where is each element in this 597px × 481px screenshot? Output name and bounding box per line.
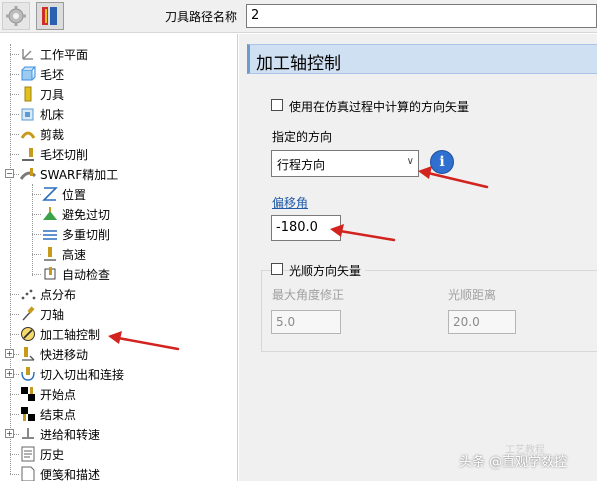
collapse-icon[interactable]: − [5,169,14,178]
tree-item-label: 剪裁 [40,127,65,142]
workplane-icon [20,46,36,62]
start-point-icon [20,386,36,402]
smooth-direction-checkbox[interactable] [271,263,283,275]
point-distribution-icon [20,286,36,302]
use-direction-label: 使用在仿真过程中计算的方向矢量 [289,100,470,114]
high-speed-icon [42,246,58,262]
tree-item-label: 开始点 [40,387,77,402]
toolpath-button[interactable] [36,2,64,30]
tree-item-label: SWARF精加工 [40,167,119,182]
toolpath-icon [42,7,57,25]
tree-item-tool[interactable]: 刀具 [0,84,237,104]
stock-icon [20,66,36,82]
tool-icon [20,86,36,102]
tree-item-label: 位置 [62,187,87,202]
tree-item-rapid-move[interactable]: 快进移动 [0,344,237,364]
tree-item-stock[interactable]: 毛坯 [0,64,237,84]
tree-item-stock-cut[interactable]: 毛坯切削 [0,144,237,164]
gear-icon [6,6,26,26]
tree-item-notes[interactable]: 便笺和描述 [0,464,237,481]
tree-item-label: 点分布 [40,287,77,302]
multiple-cuts-icon [42,226,58,242]
tree-item-swarf-finishing[interactable]: SWARF精加工 [0,164,237,184]
toolpath-name-label: 刀具路径名称 [165,10,238,24]
tree-item-tool-axis[interactable]: 刀轴 [0,304,237,324]
tree-item-label: 毛坯 [40,67,65,82]
history-icon [20,446,36,462]
info-icon[interactable]: i [430,150,454,174]
tree-item-label: 历史 [40,447,65,462]
tree-item-label: 进给和转速 [40,427,101,442]
tree-item-label: 便笺和描述 [40,467,101,481]
tree-item-label: 刀轴 [40,307,65,322]
feeds-speeds-icon [20,426,36,442]
tree-item-label: 避免过切 [62,207,111,222]
tree-item-label: 多重切削 [62,227,111,242]
tree-item-point-distribution[interactable]: 点分布 [0,284,237,304]
tree-item-label: 机床 [40,107,65,122]
tree-item-auto-verify[interactable]: 自动检查 [0,264,237,284]
tree-item-label: 加工轴控制 [40,327,101,342]
tool-axis-icon [20,306,36,322]
tree-item-avoid-gouge[interactable]: 避免过切 [0,204,237,224]
smooth-distance-label: 光顺距离 [448,288,497,302]
stock-cut-icon [20,146,36,162]
tree-item-label: 结束点 [40,407,77,422]
machine-axis-control-panel: 加工轴控制 使用在仿真过程中计算的方向矢量 指定的方向 行程方向 ∨ i 偏移角… [239,34,597,481]
tree-item-label: 自动检查 [62,267,111,282]
tree-item-leads-links[interactable]: 切入切出和连接 [0,364,237,384]
tree-item-position[interactable]: 位置 [0,184,237,204]
tree-item-multiple-cuts[interactable]: 多重切削 [0,224,237,244]
toolpath-strategy-tree: 工作平面毛坯刀具机床剪裁毛坯切削 SWARF精加工 − 位置避免过切多重切削高速自动检… [0,34,238,481]
max-angle-label: 最大角度修正 [272,288,345,302]
trim-icon [20,126,36,142]
tree-item-trim[interactable]: 剪裁 [0,124,237,144]
watermark: 头条 @直观学数控 [459,455,568,470]
tree-item-end-point[interactable]: 结束点 [0,404,237,424]
tree-item-label: 毛坯切削 [40,147,89,162]
auto-verify-icon [42,266,58,282]
rapid-move-icon [20,346,36,362]
offset-angle-input[interactable]: -180.0 [271,215,341,241]
tree-item-high-speed[interactable]: 高速 [0,244,237,264]
offset-angle-label[interactable]: 偏移角 [272,194,308,211]
tree-item-label: 高速 [62,247,87,262]
tree-item-start-point[interactable]: 开始点 [0,384,237,404]
max-angle-input[interactable]: 5.0 [271,310,341,334]
chevron-down-icon: ∨ [406,156,414,167]
tree-item-feeds-speeds[interactable]: 进给和转速 [0,424,237,444]
smooth-distance-input[interactable]: 20.0 [448,310,516,334]
direction-select-value: 行程方向 [277,158,326,172]
tree-item-machine-axis-control[interactable]: 加工轴控制 [0,324,237,344]
expand-icon[interactable]: + [5,369,14,378]
toolbar: 刀具路径名称 2 [0,0,597,33]
specified-direction-label: 指定的方向 [272,130,333,144]
tree-item-label: 工作平面 [40,47,89,62]
leads-links-icon [20,366,36,382]
expand-icon[interactable]: + [5,349,14,358]
expand-icon[interactable]: + [5,429,14,438]
end-point-icon [20,406,36,422]
machine-axis-control-icon [20,326,36,342]
toolpath-name-input[interactable]: 2 [246,4,597,28]
panel-title: 加工轴控制 [256,54,341,74]
settings-button[interactable] [2,2,30,30]
panel-header: 加工轴控制 [247,44,597,74]
direction-select[interactable]: 行程方向 ∨ [271,150,419,177]
tree-item-label: 快进移动 [40,347,89,362]
smooth-direction-label: 光顺方向矢量 [289,262,366,279]
tree-item-label: 切入切出和连接 [40,367,125,382]
position-icon [42,186,58,202]
tree-item-workplane[interactable]: 工作平面 [0,44,237,64]
avoid-gouge-icon [42,206,58,222]
tree-item-label: 刀具 [40,87,65,102]
tree-item-machine[interactable]: 机床 [0,104,237,124]
notes-icon [20,466,36,481]
use-direction-checkbox[interactable] [271,99,283,111]
machine-icon [20,106,36,122]
swarf-finishing-icon [20,166,36,182]
tree-item-history[interactable]: 历史 [0,444,237,464]
